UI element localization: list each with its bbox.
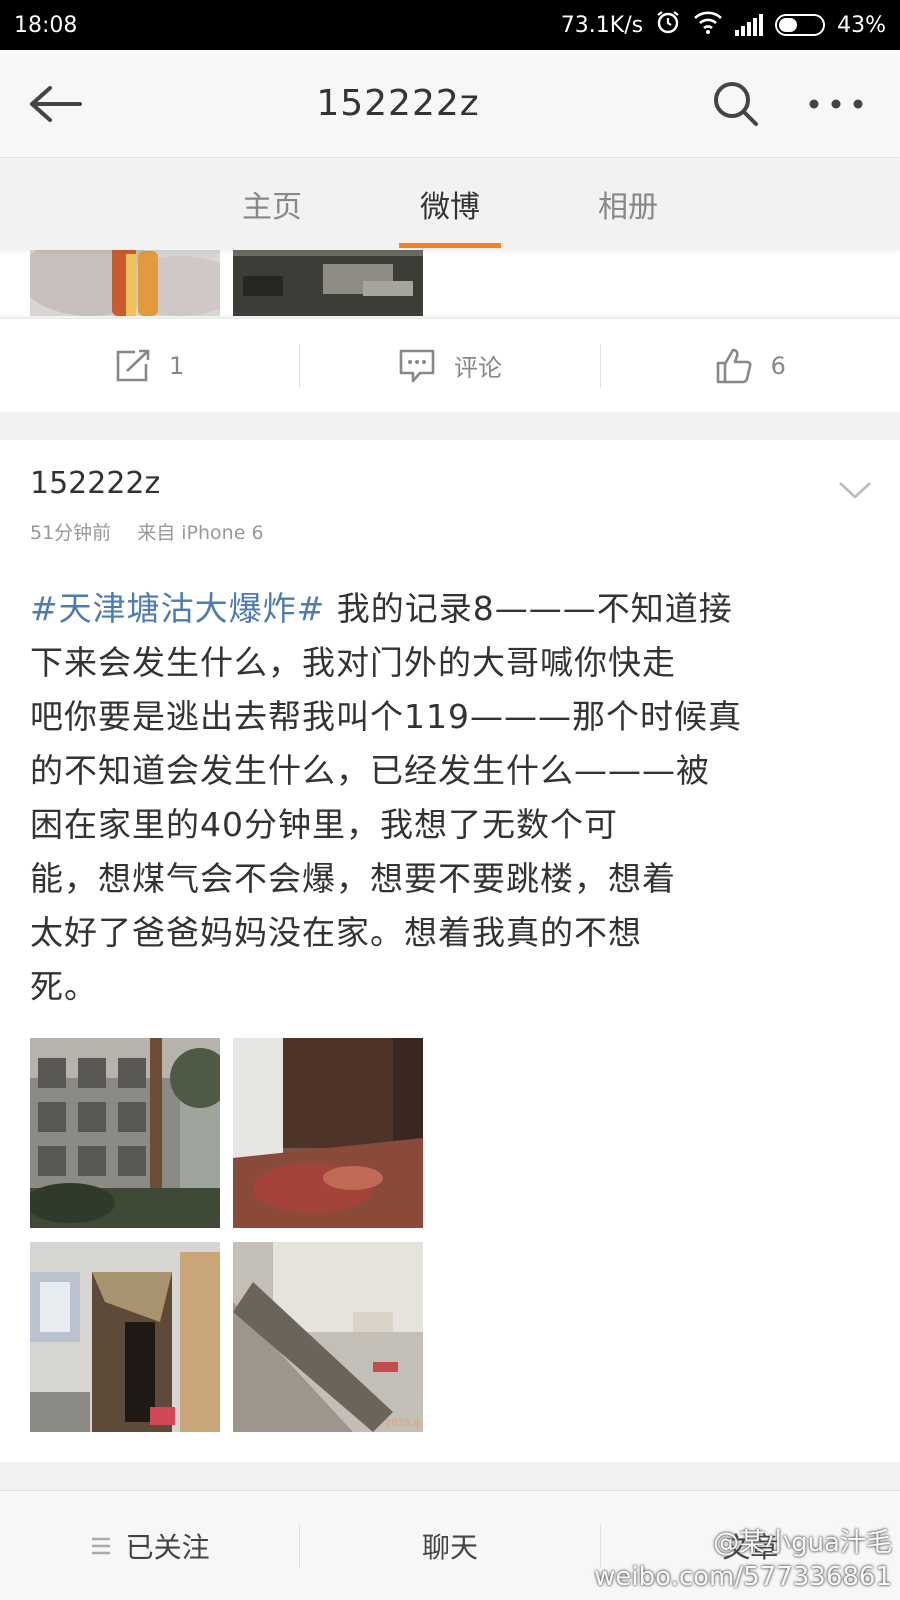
post-text-line: 死。 [30, 967, 98, 1006]
post-text-line: 的不知道会发生什么，已经发生什么———被 [30, 751, 710, 790]
network-speed: 73.1K/s [560, 12, 644, 38]
post-photo-4[interactable]: 2015.8 [233, 1242, 423, 1432]
post-text-line: 困在家里的40分钟里，我想了无数个可 [30, 805, 618, 844]
like-count: 6 [770, 351, 786, 380]
post-photo-1[interactable] [30, 1038, 220, 1228]
tab-weibo[interactable]: 微博 [361, 158, 539, 250]
repost-count: 1 [169, 351, 185, 380]
post-author[interactable]: 152222z [30, 466, 160, 501]
back-arrow-icon [30, 85, 82, 122]
post-time: 51分钟前 [30, 522, 112, 544]
search-button[interactable] [686, 50, 786, 158]
page-title: 152222z [316, 83, 480, 124]
post-photo-3[interactable] [30, 1242, 220, 1432]
like-button[interactable]: 6 [601, 319, 900, 413]
comment-button[interactable]: 评论 [300, 319, 599, 413]
thumbs-up-icon [716, 348, 752, 383]
battery-percent: 43% [837, 12, 886, 38]
nav-bar: 152222z [0, 50, 900, 158]
comment-icon [399, 349, 435, 382]
more-dots-icon [809, 99, 863, 108]
profile-tabs: 主页 微博 相册 [0, 158, 900, 250]
photo-date-stamp: 2015.8 [385, 1418, 420, 1429]
post-photo-2[interactable] [233, 1038, 423, 1228]
following-button[interactable]: 已关注 [0, 1491, 299, 1600]
tab-album[interactable]: 相册 [539, 158, 717, 250]
battery-fill [779, 18, 798, 32]
chat-label: 聊天 [421, 1530, 478, 1564]
previous-post-photo-1[interactable] [30, 250, 220, 316]
menu-lines-icon [91, 1537, 110, 1554]
previous-post-photo-2[interactable] [233, 250, 423, 316]
repost-button[interactable]: 1 [0, 319, 299, 413]
watermark-url: weibo.com/577336861 [594, 1562, 892, 1592]
weibo-watermark: @某小gua汁毛 weibo.com/577336861 [594, 1526, 892, 1594]
watermark-handle: @某小gua汁毛 [713, 1528, 892, 1558]
post-menu-button[interactable] [838, 480, 872, 504]
search-icon [714, 81, 758, 126]
more-button[interactable] [786, 50, 886, 158]
wifi-icon [693, 10, 723, 40]
chevron-down-icon [839, 482, 871, 499]
chat-button[interactable]: 聊天 [300, 1491, 599, 1600]
post-text-line: 能，想煤气会不会爆，想要不要跳楼，想着 [30, 859, 676, 898]
following-label: 已关注 [125, 1530, 210, 1564]
signal-icon [735, 14, 764, 36]
post-text: #天津塘沽大爆炸# 我的记录8———不知道接 下来会发生什么，我对门外的大哥喊你… [30, 582, 850, 1014]
post-text-line: #天津塘沽大爆炸# 我的记录8———不知道接 [30, 589, 733, 628]
post-text-line: 太好了爸爸妈妈没在家。想着我真的不想 [30, 913, 642, 952]
post-hashtag[interactable]: #天津塘沽大爆炸# [30, 589, 325, 628]
back-button[interactable] [0, 50, 110, 158]
previous-post-action-bar: 1 评论 6 [0, 318, 900, 412]
post-text-line: 下来会发生什么，我对门外的大哥喊你快走 [30, 643, 676, 682]
status-time: 18:08 [14, 12, 78, 38]
repost-icon [116, 349, 150, 381]
post-meta: 51分钟前 来自 iPhone 6 [30, 518, 264, 545]
post-text-line: 吧你要是逃出去帮我叫个119———那个时候真 [30, 697, 742, 736]
status-bar: 18:08 73.1K/s 43% [0, 0, 900, 50]
comment-label: 评论 [453, 354, 502, 382]
previous-post-images [0, 250, 900, 316]
tab-home[interactable]: 主页 [183, 158, 361, 250]
post-source: 来自 iPhone 6 [137, 522, 264, 544]
weibo-post-card: 152222z 51分钟前 来自 iPhone 6 #天津塘沽大爆炸# 我的记录… [0, 440, 900, 1462]
alarm-icon [655, 9, 681, 41]
battery-icon [775, 14, 826, 36]
